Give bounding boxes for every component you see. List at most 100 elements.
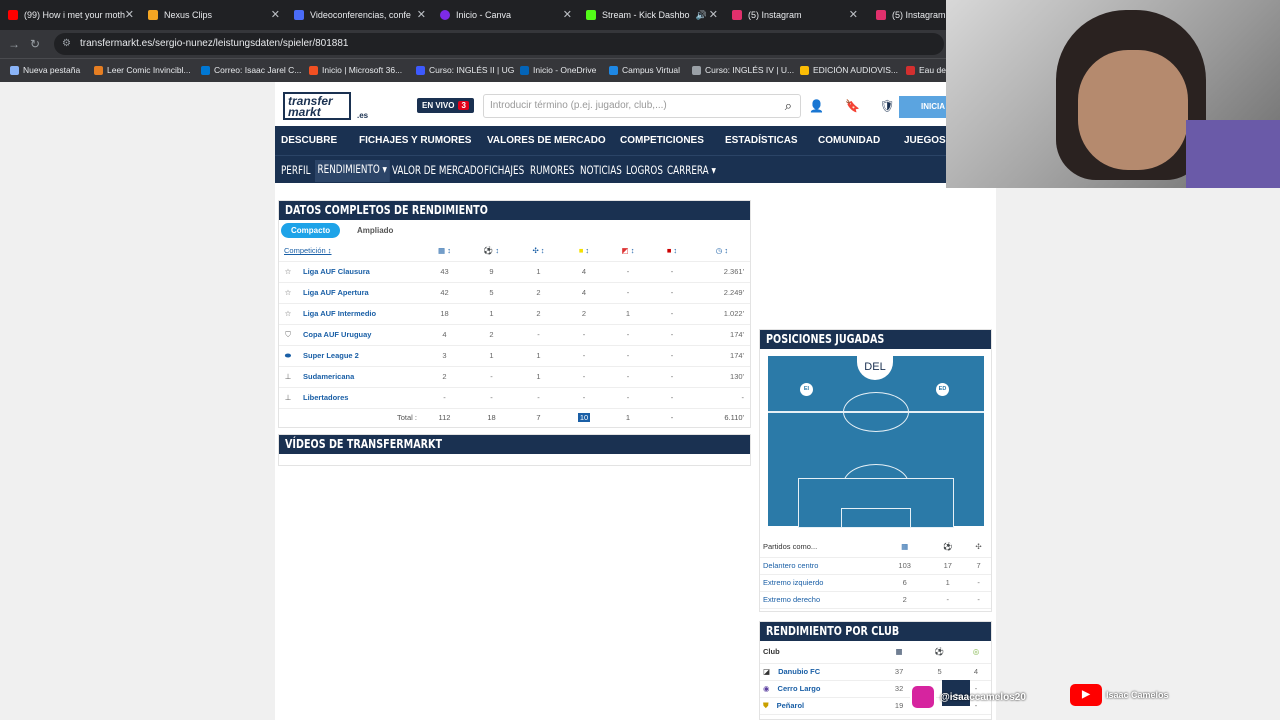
- matches-icon: ▦: [880, 537, 930, 558]
- bookmark-item[interactable]: Nueva pestaña: [10, 65, 80, 75]
- minutes-icon[interactable]: ◷ ↕: [694, 241, 750, 262]
- bookmark-icon: [94, 65, 103, 75]
- nav-valores-mercado[interactable]: VALORES DE MERCADO: [487, 135, 606, 146]
- subnav-noticias[interactable]: NOTICIAS: [580, 163, 622, 177]
- yellow-card-icon[interactable]: ■ ↕: [562, 241, 606, 262]
- tab-compacto[interactable]: Compacto: [281, 223, 341, 238]
- subnav-rendimiento[interactable]: RENDIMIENTO ▾: [315, 160, 390, 182]
- nav-estadisticas[interactable]: ESTADÍSTICAS: [725, 135, 798, 146]
- matches-icon[interactable]: ▦ ↕: [421, 241, 468, 262]
- red-card-icon[interactable]: ■ ↕: [650, 241, 694, 262]
- shield-icon[interactable]: 🛡: [880, 99, 895, 113]
- league-icon: ⬬: [279, 345, 297, 367]
- subnav-rumores[interactable]: RUMORES: [530, 163, 574, 177]
- table-row: ☆ Liga AUF Clausura 43 9 1 4- -2.361': [279, 261, 750, 283]
- webcam-overlay: [946, 0, 1280, 188]
- bookmark-icon: [609, 65, 618, 75]
- transfermarkt-logo[interactable]: transfer markt .es: [283, 92, 368, 120]
- club-link[interactable]: ◪ Danubio FC: [760, 663, 880, 681]
- bookmark-item[interactable]: Inicio - OneDrive: [520, 65, 596, 75]
- bookmark-item[interactable]: Inicio | Microsoft 36...: [309, 65, 402, 75]
- table-row: ⊥ Libertadores - - - - - - -: [279, 387, 750, 409]
- performance-box: DATOS COMPLETOS DE RENDIMIENTO Compacto …: [278, 200, 751, 428]
- bookmark-icon: [520, 65, 529, 75]
- bookmark-item[interactable]: EDICIÓN AUDIOVIS...: [800, 65, 898, 75]
- competition-column-header[interactable]: Competición ↕: [284, 246, 332, 255]
- positions-title: POSICIONES JUGADAS: [760, 330, 991, 349]
- position-link[interactable]: Extremo derecho: [760, 591, 880, 609]
- performance-table: Competición ↕ ▦ ↕ ⚽ ↕ ✣ ↕ ■ ↕ ◩ ↕ ■ ↕ ◷ …: [279, 241, 750, 426]
- url-field[interactable]: ⚙ transfermarkt.es/sergio-nunez/leistungs…: [54, 33, 944, 55]
- club-crest-icon: ⛊: [763, 700, 769, 710]
- subnav-carrera[interactable]: CARRERA ▾: [667, 163, 716, 177]
- subnav-fichajes[interactable]: FICHAJES: [484, 163, 524, 177]
- position-link[interactable]: Delantero centro: [760, 557, 880, 575]
- bookmark-icon[interactable]: 🔖: [845, 99, 860, 113]
- webcam-face: [1078, 50, 1188, 170]
- competition-link[interactable]: Liga AUF Clausura: [297, 261, 421, 283]
- bookmark-item[interactable]: Campus Virtual: [609, 65, 680, 75]
- competition-link[interactable]: Sudamericana: [297, 366, 421, 388]
- webcam-shirt: [1186, 120, 1280, 188]
- nav-juegos[interactable]: JUEGOS: [904, 135, 946, 146]
- browser-tab[interactable]: Videoconferencias, confe ✕: [290, 0, 430, 30]
- browser-tab[interactable]: Inicio - Canva ✕: [436, 0, 576, 30]
- bookmark-item[interactable]: Curso: INGLÉS IV | U...: [692, 65, 794, 75]
- competition-link[interactable]: Copa AUF Uruguay: [297, 324, 421, 346]
- domain-selector[interactable]: .es: [357, 110, 368, 121]
- close-tab-icon[interactable]: ✕: [709, 8, 718, 21]
- club-link[interactable]: ◉ Cerro Largo: [760, 680, 880, 698]
- meet-icon: [294, 10, 304, 20]
- browser-tab[interactable]: (5) Instagram ✕: [728, 0, 862, 30]
- search-input[interactable]: Introducir término (p.ej. jugador, club,…: [483, 94, 801, 118]
- browser-tab[interactable]: Stream - Kick Dashbo 🔊 ✕: [582, 0, 722, 30]
- second-yellow-icon[interactable]: ◩ ↕: [606, 241, 650, 262]
- reload-icon[interactable]: ↻: [30, 37, 40, 51]
- subnav-valor-mercado[interactable]: VALOR DE MERCADO: [392, 163, 484, 177]
- position-link[interactable]: Extremo izquierdo: [760, 574, 880, 592]
- competition-link[interactable]: Super League 2: [297, 345, 421, 367]
- goal-box: [841, 508, 911, 528]
- trophy-icon: ⊥: [279, 387, 297, 409]
- browser-tab[interactable]: (99) How i met your moth ✕: [4, 0, 138, 30]
- subnav-logros[interactable]: LOGROS: [626, 163, 663, 177]
- instagram-overlay: @isaaccamelos20: [910, 684, 1026, 710]
- subnav-perfil[interactable]: PERFIL: [281, 163, 311, 177]
- tab-ampliado[interactable]: Ampliado: [347, 223, 403, 238]
- table-row: Delantero centro 103 17 7: [760, 557, 991, 575]
- videos-box: VÍDEOS DE TRANSFERMARKT: [278, 434, 751, 466]
- forward-icon[interactable]: →: [8, 37, 20, 51]
- left-winger-badge: EI: [800, 383, 813, 396]
- main-nav: DESCUBRE FICHAJES Y RUMORES VALORES DE M…: [275, 126, 946, 155]
- nav-descubre[interactable]: DESCUBRE: [281, 135, 337, 146]
- user-search-icon[interactable]: 👤: [809, 99, 824, 113]
- nav-fichajes-rumores[interactable]: FICHAJES Y RUMORES: [359, 135, 471, 146]
- assists-icon[interactable]: ✣ ↕: [515, 241, 562, 262]
- bookmark-item[interactable]: Eau de: [906, 65, 946, 75]
- club-link[interactable]: ⛊ Peñarol: [760, 697, 880, 715]
- nav-comunidad[interactable]: COMUNIDAD: [818, 135, 880, 146]
- close-tab-icon[interactable]: ✕: [849, 8, 858, 21]
- speaker-icon[interactable]: 🔊: [696, 10, 707, 21]
- competition-link[interactable]: Liga AUF Apertura: [297, 282, 421, 304]
- bookmark-item[interactable]: Leer Comic Invincibl...: [94, 65, 191, 75]
- close-tab-icon[interactable]: ✕: [271, 8, 280, 21]
- close-tab-icon[interactable]: ✕: [417, 8, 426, 21]
- live-button[interactable]: EN VIVO 3: [417, 98, 474, 113]
- competition-link[interactable]: Libertadores: [297, 387, 421, 409]
- search-icon[interactable]: ⌕: [785, 95, 792, 117]
- videos-title: VÍDEOS DE TRANSFERMARKT: [279, 435, 750, 454]
- site-info-icon[interactable]: ⚙: [62, 33, 71, 55]
- browser-tab[interactable]: Nexus Clips ✕: [144, 0, 284, 30]
- close-tab-icon[interactable]: ✕: [125, 8, 134, 21]
- close-tab-icon[interactable]: ✕: [563, 8, 572, 21]
- competition-link[interactable]: Liga AUF Intermedio: [297, 303, 421, 325]
- browser-tab[interactable]: (5) Instagram: [872, 0, 946, 30]
- login-button[interactable]: INICIA: [899, 96, 946, 118]
- bookmark-item[interactable]: Correo: Isaac Jarel C...: [201, 65, 301, 75]
- youtube-overlay: ▶ Isaac Camelos: [1070, 684, 1169, 706]
- goals-icon[interactable]: ⚽ ↕: [468, 241, 515, 262]
- club-crest-icon: ◉: [763, 684, 770, 693]
- nav-competiciones[interactable]: COMPETICIONES: [620, 135, 704, 146]
- bookmark-item[interactable]: Curso: INGLÉS II | UG: [416, 65, 514, 75]
